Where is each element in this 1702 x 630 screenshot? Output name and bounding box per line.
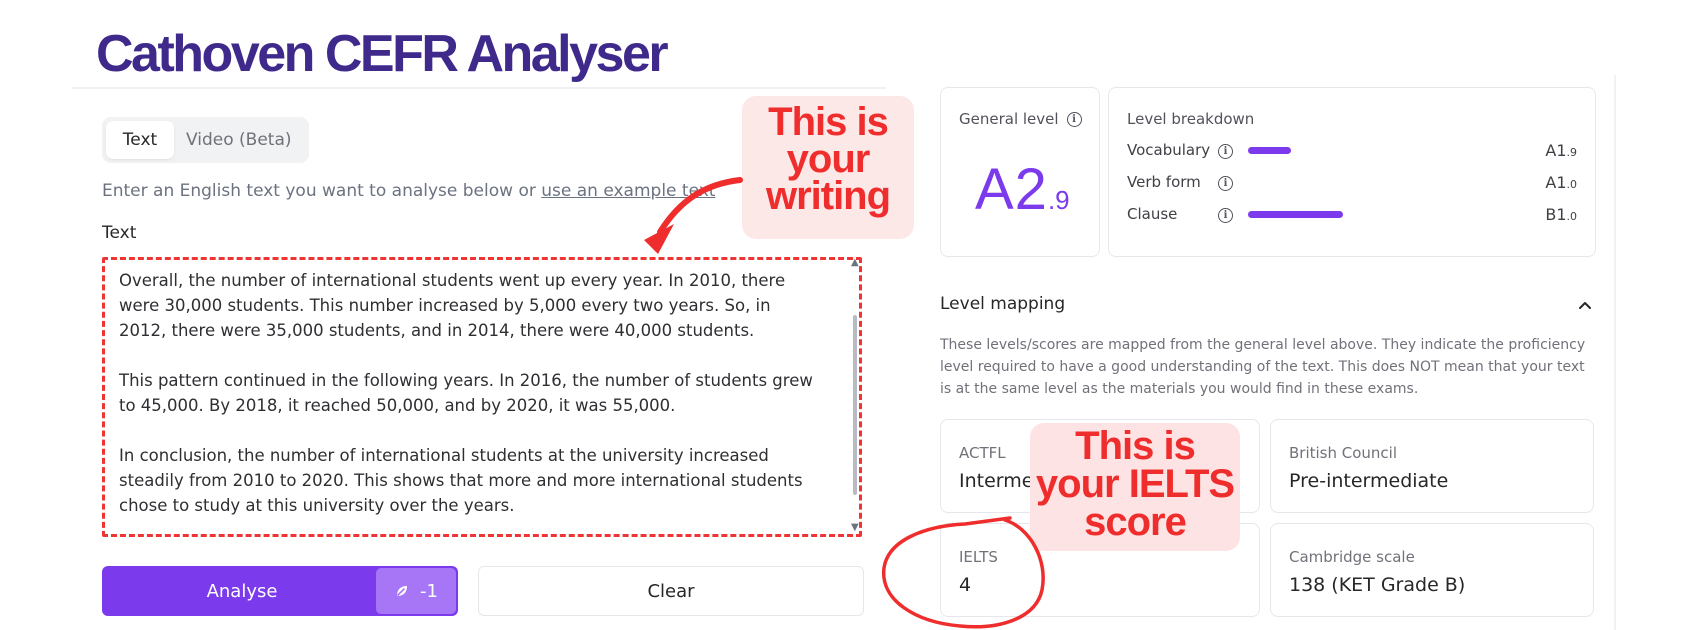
breakdown-bar [1248,211,1343,218]
callout-line: This is [768,100,889,144]
tab-video-beta[interactable]: Video (Beta) [174,121,304,159]
credit-cost-badge: -1 [376,568,456,614]
level-breakdown-title: Level breakdown [1127,110,1255,128]
info-icon-wrapper: i [1218,174,1233,192]
breakdown-level: B1.0 [1545,205,1577,224]
general-level-card: General level i A2.9 [940,87,1100,257]
app-title: Cathoven CEFR Analyser [96,25,669,83]
info-icon-wrapper: i [1218,206,1233,224]
leaf-icon [397,586,408,596]
info-icon[interactable]: i [1218,144,1233,159]
analyse-button[interactable]: Analyse -1 [102,566,458,616]
callout-line: writing [765,174,891,218]
scroll-up-arrow-icon[interactable]: ▲ [851,257,859,268]
text-paragraph: In conclusion, the number of internation… [119,446,803,515]
textarea-scrollbar[interactable]: ▲ ▼ [848,257,862,537]
tab-text[interactable]: Text [106,121,174,159]
info-icon[interactable]: i [1066,112,1082,127]
callout-line: score [1084,500,1187,544]
mapping-card-cambridge-scale: Cambridge scale 138 (KET Grade B) [1270,523,1594,617]
mapping-card-label: Cambridge scale [1289,548,1415,566]
general-level-decimal: .9 [1047,185,1070,215]
breakdown-row-vocabulary: Vocabulary i A1.9 [1127,141,1577,161]
mapping-card-label: IELTS [959,548,998,566]
level-mapping-description: These levels/scores are mapped from the … [940,337,1586,397]
ielts-annotation-callout: This is your IELTS score [1030,423,1240,551]
level-breakdown-card: Level breakdown Vocabulary i A1.9 Verb f… [1108,87,1596,257]
breakdown-level-main: A1 [1545,173,1567,192]
breakdown-level: A1.9 [1545,141,1577,160]
info-icon-wrapper: i [1218,142,1233,160]
input-mode-tabs: Text Video (Beta) [102,117,309,163]
info-icon[interactable]: i [1218,176,1233,191]
breakdown-row-verb-form: Verb form i A1.0 [1127,173,1577,193]
breakdown-level: A1.0 [1545,173,1577,192]
breakdown-name: Clause [1127,205,1178,223]
mapping-card-british-council: British Council Pre-intermediate [1270,419,1594,513]
mapping-card-value: Pre-intermediate [1289,470,1449,492]
example-text-link[interactable]: use an example text [541,181,715,201]
general-level-label-text: General level [959,110,1059,128]
general-level-value: A2.9 [975,156,1070,223]
writing-annotation-callout: This is your writing [742,96,914,239]
breakdown-level-decimal: .9 [1566,146,1578,159]
mapping-card-value: 4 [959,574,972,596]
instructions-prefix: Enter an English text you want to analys… [102,181,542,201]
breakdown-bar [1248,147,1291,154]
text-paragraph: This pattern continued in the following … [119,371,813,415]
general-level-label: General level i [959,110,1082,128]
callout-line: This is [1075,424,1196,468]
info-icon[interactable]: i [1218,208,1233,223]
breakdown-level-main: B1 [1545,205,1567,224]
breakdown-level-decimal: .0 [1566,178,1578,191]
breakdown-level-main: A1 [1545,141,1567,160]
level-mapping-title: Level mapping [940,294,1066,314]
scrollbar-thumb[interactable] [853,315,857,495]
breakdown-level-decimal: .0 [1566,210,1578,223]
clear-button[interactable]: Clear [478,566,864,616]
text-paragraph: Overall, the number of international stu… [119,271,786,340]
text-input-area[interactable]: Overall, the number of international stu… [102,257,862,537]
chevron-up-icon[interactable] [1576,296,1594,314]
mapping-card-label: British Council [1289,444,1398,462]
breakdown-name: Vocabulary [1127,141,1211,159]
scroll-down-arrow-icon[interactable]: ▼ [851,522,859,533]
breakdown-row-clause: Clause i B1.0 [1127,205,1577,225]
mapping-card-value: 138 (KET Grade B) [1289,574,1466,596]
analyse-button-label: Analyse [206,580,278,602]
callout-line: your [786,137,871,181]
callout-line: your IELTS [1035,462,1235,506]
credit-cost-value: -1 [420,580,438,602]
general-level-main: A2 [975,157,1048,222]
text-field-label: Text [102,223,137,243]
mapping-card-label: ACTFL [959,444,1006,462]
panel-divider [1614,75,1616,630]
instructions-text: Enter an English text you want to analys… [102,181,715,201]
breakdown-name: Verb form [1127,173,1201,191]
